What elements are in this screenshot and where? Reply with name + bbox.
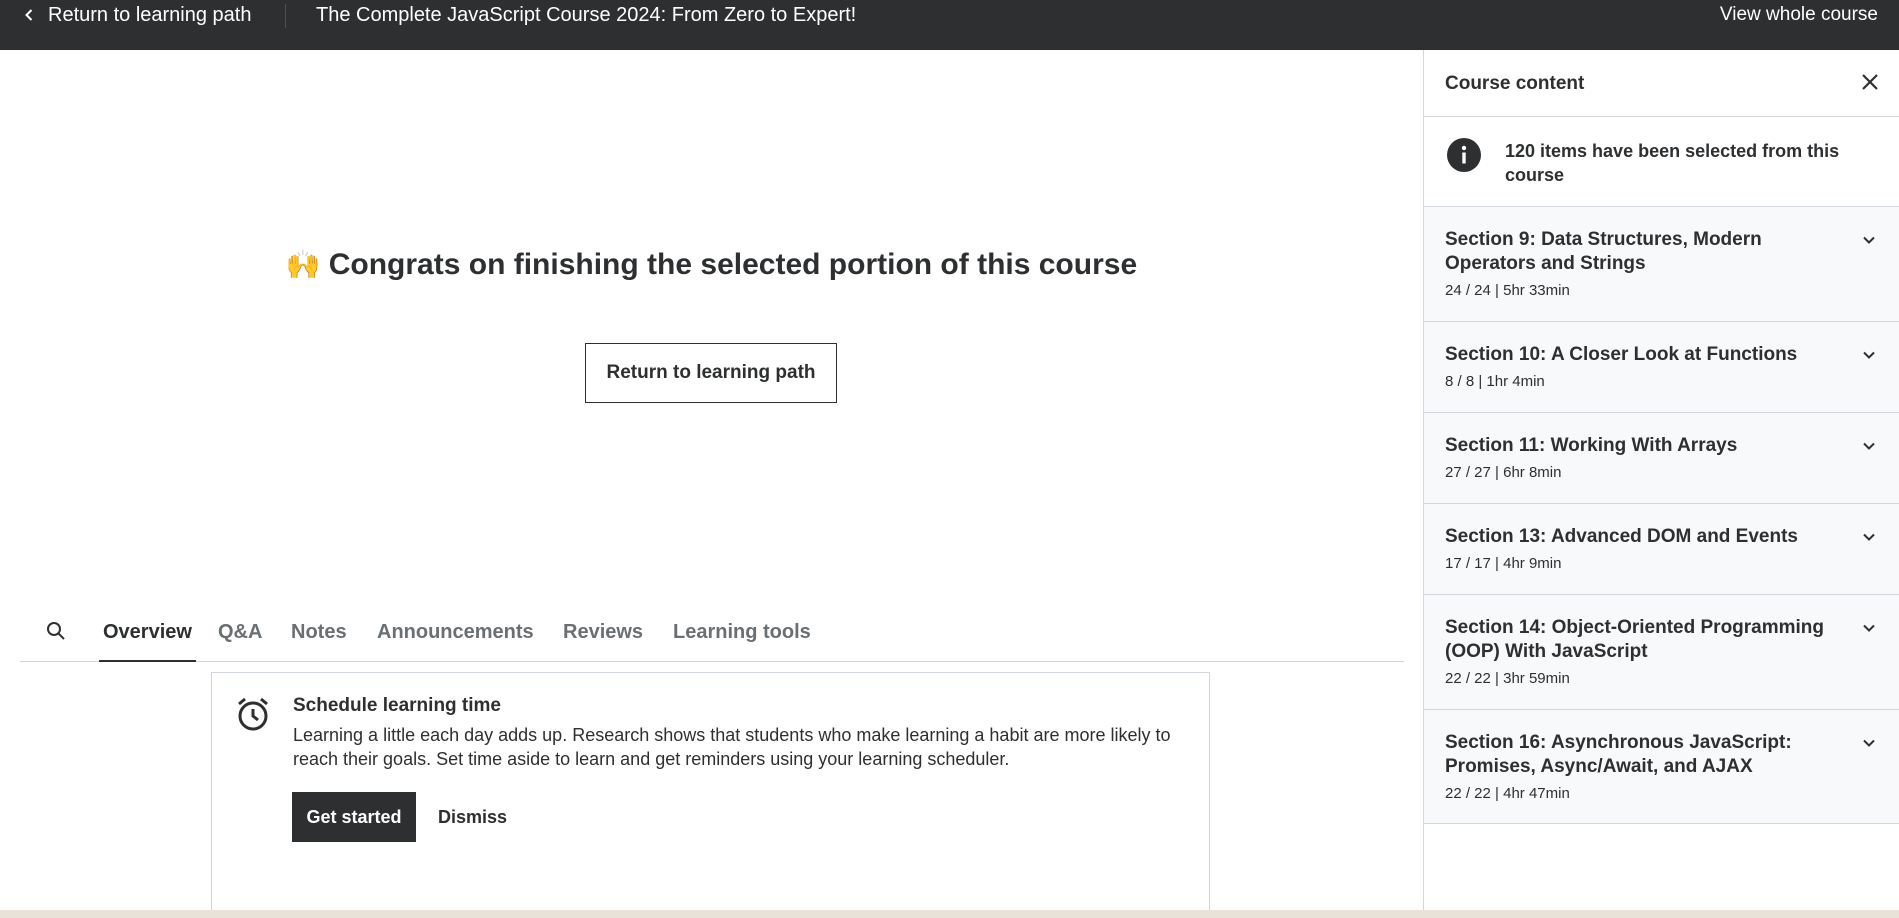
tab-reviews[interactable]: Reviews xyxy=(563,610,643,662)
dismiss-button[interactable]: Dismiss xyxy=(430,792,515,842)
section-title: Section 14: Object-Oriented Programming … xyxy=(1445,617,1825,662)
return-to-learning-path-button[interactable]: Return to learning path xyxy=(585,343,837,403)
bottom-strip xyxy=(0,910,1899,918)
section-meta: 27 / 27 | 6hr 8min xyxy=(1445,464,1562,481)
get-started-button[interactable]: Get started xyxy=(292,792,416,842)
course-content-sidebar: Course content 120 items have been selec… xyxy=(1423,50,1899,910)
section-item[interactable]: Section 11: Working With Arrays 27 / 27 … xyxy=(1424,413,1899,504)
section-meta: 22 / 22 | 3hr 59min xyxy=(1445,670,1570,687)
tab-qa[interactable]: Q&A xyxy=(218,610,262,662)
schedule-description: Learning a little each day adds up. Rese… xyxy=(293,725,1171,769)
chevron-down-icon xyxy=(1863,533,1875,541)
info-icon xyxy=(1447,138,1481,172)
close-icon[interactable] xyxy=(1860,72,1880,92)
sidebar-title: Course content xyxy=(1445,73,1585,94)
chevron-down-icon xyxy=(1863,236,1875,244)
selection-info-text: 120 items have been selected from this c… xyxy=(1505,141,1840,185)
chevron-down-icon xyxy=(1863,739,1875,747)
section-item[interactable]: Section 10: A Closer Look at Functions 8… xyxy=(1424,322,1899,413)
tab-announcements[interactable]: Announcements xyxy=(377,610,534,662)
tab-notes[interactable]: Notes xyxy=(291,610,347,662)
course-tabs: Overview Q&A Notes Announcements Reviews… xyxy=(20,610,1404,662)
section-title: Section 13: Advanced DOM and Events xyxy=(1445,526,1798,547)
section-item[interactable]: Section 14: Object-Oriented Programming … xyxy=(1424,595,1899,710)
chevron-left-icon xyxy=(25,9,33,21)
section-meta: 17 / 17 | 4hr 9min xyxy=(1445,555,1562,572)
section-title: Section 9: Data Structures, Modern Opera… xyxy=(1445,229,1762,274)
chevron-down-icon xyxy=(1863,624,1875,632)
raised-hands-icon: 🙌 xyxy=(285,249,321,280)
tab-learning-tools[interactable]: Learning tools xyxy=(673,610,811,662)
section-title: Section 11: Working With Arrays xyxy=(1445,435,1738,456)
top-bar: Return to learning path The Complete Jav… xyxy=(0,0,1899,50)
chevron-down-icon xyxy=(1863,351,1875,359)
return-to-learning-path-link[interactable]: Return to learning path xyxy=(22,0,251,30)
view-whole-course-link[interactable]: View whole course xyxy=(1720,0,1878,30)
section-title: Section 10: A Closer Look at Functions xyxy=(1445,344,1798,365)
section-item[interactable]: Section 9: Data Structures, Modern Opera… xyxy=(1424,207,1899,322)
alarm-clock-icon xyxy=(238,697,268,731)
return-link-label: Return to learning path xyxy=(48,3,252,26)
schedule-learning-card: Schedule learning time Learning a little… xyxy=(211,672,1210,912)
search-icon[interactable] xyxy=(45,620,67,642)
section-meta: 8 / 8 | 1hr 4min xyxy=(1445,373,1545,390)
sidebar-header: Course content xyxy=(1424,50,1899,117)
congrats-text: Congrats on finishing the selected porti… xyxy=(328,248,1138,281)
section-item[interactable]: Section 13: Advanced DOM and Events 17 /… xyxy=(1424,504,1899,595)
chevron-down-icon xyxy=(1863,442,1875,450)
topbar-divider xyxy=(285,4,286,28)
congrats-heading: 🙌 Congrats on finishing the selected port… xyxy=(0,248,1423,282)
selection-info: 120 items have been selected from this c… xyxy=(1424,117,1899,207)
section-meta: 22 / 22 | 4hr 47min xyxy=(1445,785,1570,802)
schedule-title: Schedule learning time xyxy=(293,695,501,716)
section-meta: 24 / 24 | 5hr 33min xyxy=(1445,282,1570,299)
section-title: Section 16: Asynchronous JavaScript: Pro… xyxy=(1445,732,1792,777)
course-title: The Complete JavaScript Course 2024: Fro… xyxy=(316,3,857,26)
tab-overview[interactable]: Overview xyxy=(99,610,196,662)
section-item[interactable]: Section 16: Asynchronous JavaScript: Pro… xyxy=(1424,710,1899,824)
